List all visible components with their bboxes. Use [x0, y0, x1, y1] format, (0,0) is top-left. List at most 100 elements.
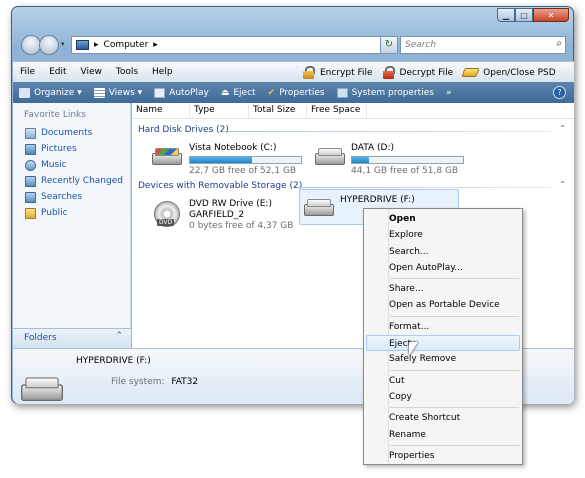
- context-menu-item-explore[interactable]: Explore: [364, 227, 522, 243]
- unlock-icon: [382, 66, 395, 79]
- removable-drive-icon: [21, 373, 63, 404]
- system-properties-button[interactable]: System properties: [331, 82, 440, 103]
- checkmark-icon: ✔: [267, 87, 276, 98]
- autoplay-button[interactable]: AutoPlay: [148, 82, 215, 103]
- column-name[interactable]: Name: [132, 105, 190, 118]
- menu-bar: File Edit View Tools Help Encrypt File D…: [13, 61, 574, 82]
- sidebar-item-music[interactable]: Music: [13, 157, 130, 173]
- computer-icon: [76, 40, 89, 50]
- decrypt-file-button[interactable]: Decrypt File: [382, 66, 454, 79]
- minimize-button[interactable]: ▁: [497, 8, 515, 22]
- autoplay-icon: [154, 87, 166, 98]
- sidebar-item-recently-changed[interactable]: Recently Changed: [13, 173, 130, 189]
- encrypt-file-button[interactable]: Encrypt File: [303, 66, 373, 79]
- context-menu-item-create-shortcut[interactable]: Create Shortcut: [364, 410, 522, 426]
- context-menu-item-properties[interactable]: Properties: [364, 448, 522, 464]
- sidebar-item-public[interactable]: Public: [13, 205, 130, 221]
- group-removable-storage[interactable]: Devices with Removable Storage (2): [138, 181, 302, 191]
- sidebar-item-label: Pictures: [41, 144, 77, 154]
- drive-e-free: 0 bytes free of 4,37 GB: [189, 221, 294, 231]
- search-input[interactable]: Search ⌕: [400, 36, 566, 54]
- sidebar-item-searches[interactable]: Searches: [13, 189, 130, 205]
- navigation-pane: Favorite Links Documents Pictures Music …: [13, 103, 131, 346]
- menu-edit[interactable]: Edit: [42, 67, 73, 77]
- sidebar-item-label: Public: [41, 208, 68, 218]
- context-menu-item-format[interactable]: Format...: [364, 319, 522, 335]
- context-menu-item-rename[interactable]: Rename: [364, 427, 522, 443]
- open-close-psd-button[interactable]: Open/Close PSD: [461, 67, 556, 78]
- drive-e[interactable]: DVD RW Drive (E:) GARFIELD_2 0 bytes fre…: [189, 199, 293, 231]
- refresh-button[interactable]: ↻: [380, 36, 398, 54]
- maximize-button[interactable]: □: [515, 8, 533, 22]
- collapse-group-icon[interactable]: ⌃: [559, 124, 566, 133]
- search-placeholder: Search: [405, 40, 437, 50]
- mouse-cursor-icon: [409, 342, 418, 356]
- more-commands-button[interactable]: »: [440, 82, 458, 103]
- menu-help[interactable]: Help: [145, 67, 180, 77]
- organize-icon: [19, 87, 30, 98]
- views-button[interactable]: Views ▾: [88, 82, 148, 103]
- details-drive-name: HYPERDRIVE (F:): [76, 356, 151, 366]
- context-menu-item-share[interactable]: Share...: [364, 281, 522, 297]
- command-bar: Organize ▾ Views ▾ AutoPlay ⏏ Eject ✔ Pr…: [13, 82, 574, 103]
- drive-c-name: Vista Notebook (C:): [189, 143, 277, 153]
- drive-c-usage-bar: [189, 156, 302, 164]
- chevron-up-icon[interactable]: ⌃: [115, 331, 123, 341]
- removable-drive-icon: [304, 196, 334, 218]
- context-menu-item-open-autoplay[interactable]: Open AutoPlay...: [364, 260, 522, 276]
- decrypt-file-label: Decrypt File: [399, 67, 454, 78]
- column-total-size[interactable]: Total Size: [249, 105, 307, 118]
- views-icon: [93, 87, 105, 98]
- menu-extensions: Encrypt File Decrypt File Open/Close PSD: [303, 62, 566, 83]
- drive-d-usage-bar: [351, 156, 464, 164]
- search-icon[interactable]: ⌕: [556, 38, 562, 49]
- drive-d[interactable]: DATA (D:): [351, 143, 394, 153]
- help-icon[interactable]: ?: [553, 86, 566, 99]
- sidebar-item-label: Documents: [41, 128, 93, 138]
- organize-button[interactable]: Organize ▾: [13, 82, 88, 103]
- context-menu-item-copy[interactable]: Copy: [364, 389, 522, 405]
- sidebar-item-label: Music: [41, 160, 67, 170]
- recent-pages-icon[interactable]: ▾: [61, 40, 65, 48]
- back-button[interactable]: [21, 35, 41, 55]
- context-menu-item-open-as-portable-device[interactable]: Open as Portable Device: [364, 297, 522, 313]
- address-bar[interactable]: ▸ Computer ▸ ▼: [71, 36, 391, 54]
- drive-e-name: DVD RW Drive (E:): [189, 199, 272, 209]
- public-folder-icon: [25, 207, 36, 219]
- eject-button[interactable]: ⏏ Eject: [215, 82, 262, 103]
- drive-e-label: GARFIELD_2: [189, 210, 245, 220]
- group-divider: [222, 131, 552, 132]
- system-properties-label: System properties: [351, 87, 434, 98]
- breadcrumb-computer[interactable]: Computer: [104, 40, 149, 50]
- group-hard-disk-drives[interactable]: Hard Disk Drives (2): [138, 125, 229, 135]
- menu-file[interactable]: File: [13, 67, 42, 77]
- forward-button[interactable]: [39, 35, 59, 55]
- breadcrumb-arrow-icon[interactable]: ▸: [153, 40, 158, 50]
- folders-label: Folders: [24, 333, 57, 343]
- column-free-space[interactable]: Free Space: [307, 105, 367, 118]
- details-filesystem: File system: FAT32: [111, 377, 198, 387]
- drive-d-free-label: 44,1 GB free of 51,8 GB: [351, 166, 459, 176]
- sidebar-item-documents[interactable]: Documents: [13, 125, 130, 141]
- context-menu-item-search[interactable]: Search...: [364, 244, 522, 260]
- close-button[interactable]: ✕: [533, 8, 569, 22]
- folders-toggle[interactable]: Folders ⌃: [13, 328, 131, 348]
- sidebar-item-pictures[interactable]: Pictures: [13, 141, 130, 157]
- windows-drive-icon: [152, 145, 182, 167]
- drive-d-name: DATA (D:): [351, 143, 395, 153]
- open-close-psd-label: Open/Close PSD: [483, 67, 556, 78]
- system-properties-icon: [336, 87, 348, 98]
- column-type[interactable]: Type: [190, 105, 249, 118]
- column-headers: Name Type Total Size Free Space: [132, 103, 574, 119]
- context-menu-item-open[interactable]: Open: [364, 211, 522, 227]
- collapse-group-icon[interactable]: ⌃: [559, 180, 566, 189]
- breadcrumb-arrow-icon[interactable]: ▸: [94, 40, 99, 50]
- context-menu-item-eject[interactable]: Eject: [366, 335, 520, 352]
- drive-c[interactable]: Vista Notebook (C:): [189, 143, 277, 153]
- menu-view[interactable]: View: [74, 67, 109, 77]
- context-menu-item-cut[interactable]: Cut: [364, 373, 522, 389]
- menu-tools[interactable]: Tools: [109, 67, 145, 77]
- properties-button[interactable]: ✔ Properties: [262, 82, 331, 103]
- context-menu-item-safely-remove[interactable]: Safely Remove: [364, 351, 522, 367]
- pictures-icon: [25, 143, 36, 155]
